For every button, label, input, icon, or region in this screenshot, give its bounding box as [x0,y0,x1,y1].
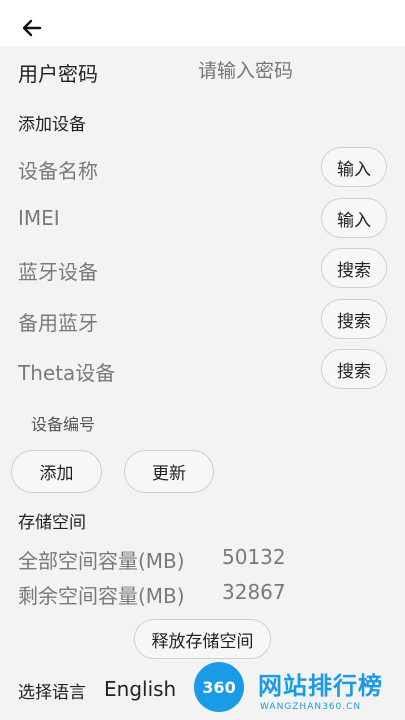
add-button[interactable]: 添加 [11,450,102,493]
watermark-360-logo: 360 [194,662,244,712]
total-space-value: 50132 [222,545,286,569]
theta-device-label: Theta设备 [18,361,116,385]
password-input[interactable] [198,56,388,86]
language-selector[interactable]: English [104,677,176,701]
release-storage-button[interactable]: 释放存储空间 [134,619,271,659]
language-label: 选择语言 [18,683,86,703]
site-watermark: 360 网站排行榜 WANGZHAN360.CN [192,660,405,720]
watermark-subtitle: WANGZHAN360.CN [260,702,362,712]
device-name-label: 设备名称 [18,159,98,183]
watermark-title: 网站排行榜 [258,672,383,700]
total-space-label: 全部空间容量(MB) [18,549,185,573]
imei-label: IMEI [18,206,60,230]
device-name-input-button[interactable]: 输入 [321,147,387,187]
bluetooth-device-label: 蓝牙设备 [18,260,98,284]
add-device-section-title: 添加设备 [18,115,86,135]
remaining-space-label: 剩余空间容量(MB) [18,584,185,608]
storage-section-title: 存储空间 [18,513,86,533]
arrow-left-icon[interactable] [20,16,44,40]
bluetooth-search-button[interactable]: 搜索 [321,248,387,288]
backup-bluetooth-label: 备用蓝牙 [18,311,98,335]
imei-input-button[interactable]: 输入 [321,198,387,238]
theta-search-button[interactable]: 搜索 [321,349,387,389]
update-button[interactable]: 更新 [124,450,214,493]
device-number-label: 设备编号 [31,415,96,434]
backup-bluetooth-search-button[interactable]: 搜索 [321,299,387,339]
remaining-space-value: 32867 [222,580,286,604]
password-label: 用户密码 [18,62,98,86]
top-bar [0,0,405,46]
